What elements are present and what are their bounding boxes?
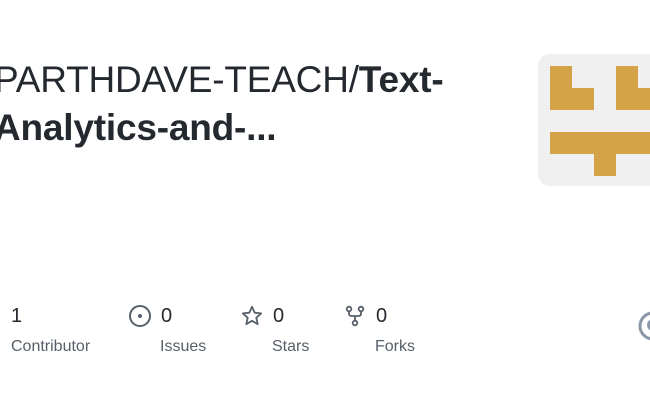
star-icon [242, 305, 262, 325]
stars-label: Stars [272, 338, 310, 355]
repo-forked-icon [345, 305, 365, 327]
stat-forks[interactable]: 0 Forks [343, 300, 415, 358]
contributors-count: 1 [11, 305, 23, 327]
issues-label: Issues [160, 338, 207, 355]
repo-owner[interactable]: PARTHDAVE-TEACH/ [0, 59, 359, 100]
forks-count: 0 [376, 305, 388, 327]
stars-count: 0 [273, 305, 285, 327]
issues-count: 0 [161, 305, 173, 327]
repo-social-card: PARTHDAVE-TEACH/Text- Analytics-and-... … [0, 0, 650, 400]
stat-stars[interactable]: 0 Stars [240, 300, 309, 358]
owner-avatar[interactable] [538, 54, 650, 186]
contributors-label: Contributor [11, 338, 91, 355]
repo-title[interactable]: PARTHDAVE-TEACH/Text- Analytics-and-... [0, 56, 514, 152]
stat-contributors[interactable]: 1 Contributor [11, 300, 90, 358]
issue-opened-icon [129, 305, 151, 327]
identicon-image [550, 66, 650, 176]
repo-name-line1[interactable]: Text- [359, 59, 444, 100]
forks-label: Forks [375, 338, 415, 355]
stat-issues[interactable]: 0 Issues [128, 300, 206, 358]
github-logo-icon[interactable] [638, 311, 650, 341]
repo-name-line2[interactable]: Analytics-and-... [0, 107, 277, 148]
